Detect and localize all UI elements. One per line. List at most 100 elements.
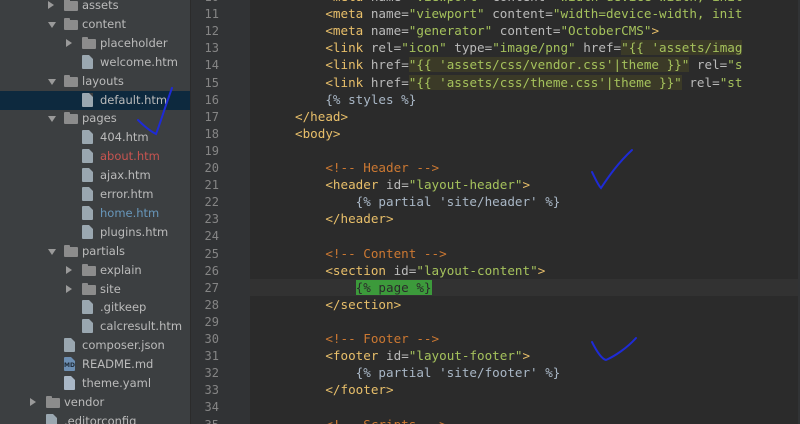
tree-folder-item[interactable]: partials	[0, 242, 190, 261]
code-line[interactable]: <link href="{{ 'assets/css/vendor.css'|t…	[250, 56, 800, 73]
code-token: name	[371, 0, 401, 4]
code-token: <!-- Header -->	[325, 160, 440, 175]
code-token: </header>	[325, 211, 394, 227]
line-number: 14	[204, 58, 219, 73]
chevron-down-icon[interactable]	[48, 21, 56, 28]
code-line[interactable]: {% page %}	[250, 278, 800, 296]
code-token: id	[386, 177, 402, 193]
code-line[interactable]: <link rel="icon" type="image/png" href="…	[250, 39, 800, 56]
line-number: 26	[204, 263, 219, 278]
code-line[interactable]: </footer>	[250, 381, 800, 398]
code-token: name	[370, 23, 402, 39]
tree-file-item[interactable]: calcresult.htm	[0, 317, 190, 336]
code-token: =	[401, 6, 409, 22]
tree-item-label: default.htm	[100, 92, 168, 107]
chevron-right-icon[interactable]	[30, 397, 36, 406]
tree-item-label: error.htm	[100, 187, 154, 201]
tree-folder-item[interactable]: pages	[0, 109, 190, 128]
code-token: "layout-footer"	[408, 348, 523, 364]
line-number: 18	[204, 126, 219, 141]
code-token: =	[545, 0, 553, 4]
code-line[interactable]: <meta name="viewport" content="width=dev…	[250, 5, 800, 22]
highlighted-token: {% page %}	[355, 279, 432, 295]
code-token: content	[492, 23, 553, 39]
tree-file-item[interactable]: composer.json	[0, 336, 190, 355]
html-file-icon	[82, 92, 93, 107]
code-line[interactable]: <link href="{{ 'assets/css/theme.css'|th…	[250, 74, 800, 91]
line-number: 11	[204, 7, 219, 22]
tree-file-item[interactable]: README.md	[0, 355, 190, 374]
code-line[interactable]	[250, 227, 800, 244]
code-line[interactable]: <!-- Footer -->	[250, 330, 800, 347]
chevron-right-icon[interactable]	[66, 265, 72, 274]
chevron-right-icon[interactable]	[66, 284, 72, 293]
chevron-down-icon[interactable]	[48, 78, 56, 85]
code-line[interactable]: <!-- Header -->	[250, 159, 800, 176]
tree-file-item[interactable]: theme.yaml	[0, 374, 190, 393]
code-line[interactable]: <body>	[250, 125, 800, 142]
tree-file-item[interactable]: .gitkeep	[0, 298, 190, 317]
code-line[interactable]: {% partial 'site/header' %}	[250, 193, 800, 210]
code-editor[interactable]: <meta name="viewport" content="width=dev…	[250, 0, 800, 424]
code-line[interactable]: {% partial 'site/footer' %}	[250, 364, 800, 381]
code-token: >	[651, 23, 660, 39]
tree-item-label: partials	[82, 243, 126, 258]
tree-folder-item[interactable]: placeholder	[0, 34, 190, 53]
code-line[interactable]: <footer id="layout-footer">	[250, 347, 800, 364]
code-line[interactable]: </head>	[250, 108, 800, 125]
code-token: href	[370, 74, 402, 90]
code-line[interactable]	[250, 313, 800, 330]
line-number: 17	[204, 109, 219, 124]
tree-file-item[interactable]: 404.htm	[0, 128, 190, 147]
code-line[interactable]: </section>	[250, 296, 800, 313]
tree-file-item[interactable]: plugins.htm	[0, 223, 190, 242]
code-line[interactable]: <!-- Content -->	[250, 245, 800, 262]
code-token: "width=device-width, init	[553, 0, 743, 4]
line-number: 21	[204, 178, 219, 193]
tree-file-item[interactable]: .editorconfig	[0, 412, 190, 424]
chevron-right-icon[interactable]	[48, 1, 54, 9]
line-number: 12	[204, 24, 219, 39]
code-token: =	[401, 23, 409, 39]
tree-file-item[interactable]: error.htm	[0, 185, 190, 204]
code-line[interactable]: <!-- Scripts -->	[250, 416, 800, 424]
line-number: 24	[204, 229, 219, 244]
tree-file-item[interactable]: welcome.htm	[0, 53, 190, 72]
chevron-down-icon[interactable]	[48, 248, 56, 255]
tree-folder-item[interactable]: content	[0, 15, 190, 34]
tree-file-item[interactable]: ajax.htm	[0, 166, 190, 185]
code-line[interactable]: <section id="layout-content">	[250, 262, 800, 279]
folder-icon	[82, 282, 96, 295]
tree-file-item[interactable]: about.htm	[0, 147, 190, 166]
code-token: "{{ 'assets/css/theme.css'|theme }}"	[408, 74, 682, 90]
code-line[interactable]	[250, 398, 800, 415]
code-line[interactable]	[250, 142, 800, 159]
code-token: "layout-content"	[416, 262, 538, 278]
code-line[interactable]: <meta name="generator" content="OctoberC…	[250, 22, 800, 39]
tree-folder-item[interactable]: assets	[0, 0, 190, 15]
tree-item-label: ajax.htm	[100, 168, 151, 183]
chevron-down-icon[interactable]	[48, 116, 56, 123]
tree-folder-item[interactable]: explain	[0, 261, 190, 280]
html-file-icon	[46, 413, 57, 424]
code-token: "viewport"	[409, 0, 485, 4]
code-token: =	[401, 57, 409, 73]
code-line[interactable]: {% styles %}	[250, 91, 800, 108]
chevron-right-icon[interactable]	[66, 38, 72, 47]
code-token: =	[613, 40, 622, 56]
code-line[interactable]: <header id="layout-header">	[250, 176, 800, 193]
code-token: {% partial 'site/header' %}	[355, 194, 561, 210]
tree-folder-item[interactable]: site	[0, 280, 190, 299]
tree-file-item[interactable]: default.htm	[0, 90, 190, 110]
tree-folder-item[interactable]: layouts	[0, 72, 190, 91]
tree-folder-item[interactable]: vendor	[0, 393, 190, 412]
code-line[interactable]: </header>	[250, 210, 800, 227]
tree-file-item[interactable]: home.htm	[0, 204, 190, 223]
